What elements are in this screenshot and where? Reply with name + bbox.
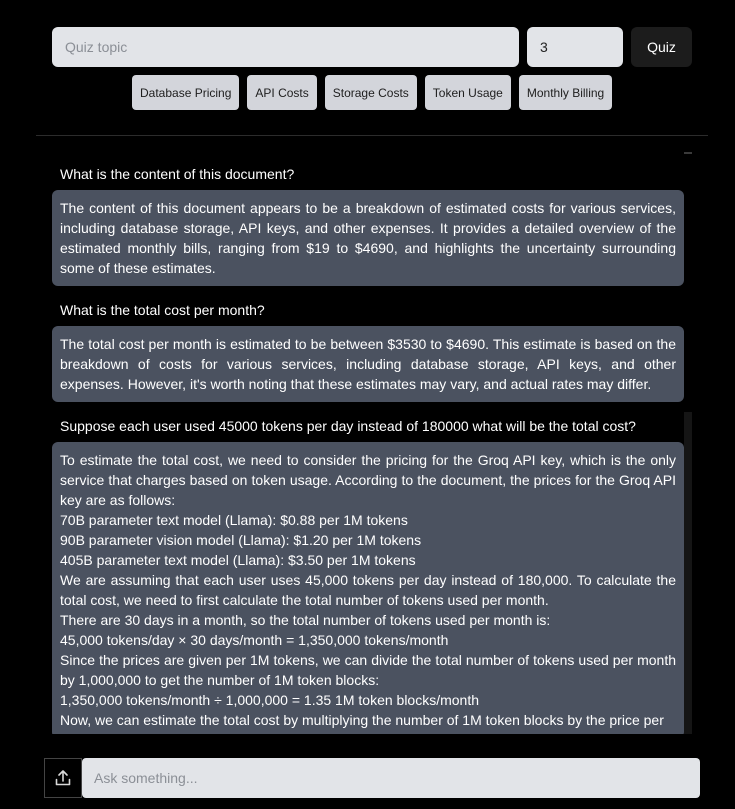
answer-text: The total cost per month is estimated to… bbox=[60, 336, 676, 392]
ask-input[interactable] bbox=[82, 758, 700, 798]
quiz-count-input[interactable] bbox=[527, 27, 623, 67]
suggestion-token-usage[interactable]: Token Usage bbox=[424, 75, 511, 110]
answer-text: Since the prices are given per 1M tokens… bbox=[60, 652, 676, 688]
chat-history[interactable]: What is the content of this document? Th… bbox=[52, 152, 692, 734]
answer-line: 45,000 tokens/day × 30 days/month = 1,35… bbox=[60, 632, 449, 648]
suggestion-chips: Database Pricing API Costs Storage Costs… bbox=[132, 75, 613, 110]
answer-text: Now, we can estimate the total cost by m… bbox=[60, 712, 664, 728]
upload-button[interactable] bbox=[44, 758, 82, 798]
assistant-answer: The content of this document appears to … bbox=[52, 190, 684, 286]
suggestion-api-costs[interactable]: API Costs bbox=[247, 75, 317, 110]
answer-line: 70B parameter text model (Llama): $0.88 … bbox=[60, 512, 408, 528]
scrollbar-track[interactable] bbox=[684, 412, 692, 734]
answer-line: 1,350,000 tokens/month ÷ 1,000,000 = 1.3… bbox=[60, 692, 480, 708]
user-question: What is the total cost per month? bbox=[60, 302, 265, 318]
scrollbar-thumb[interactable] bbox=[684, 152, 692, 154]
upload-icon bbox=[55, 770, 71, 786]
answer-text: We are assuming that each user uses 45,0… bbox=[60, 572, 676, 608]
answer-text: To estimate the total cost, we need to c… bbox=[60, 452, 676, 508]
assistant-answer: To estimate the total cost, we need to c… bbox=[52, 442, 684, 734]
answer-line: 405B parameter text model (Llama): $3.50… bbox=[60, 552, 416, 568]
header-divider bbox=[36, 135, 708, 136]
answer-text: The content of this document appears to … bbox=[60, 200, 676, 276]
answer-line: There are 30 days in a month, so the tot… bbox=[60, 612, 551, 628]
suggestion-storage-costs[interactable]: Storage Costs bbox=[324, 75, 417, 110]
user-question: What is the content of this document? bbox=[60, 166, 295, 182]
quiz-topic-input[interactable] bbox=[52, 27, 519, 67]
user-question: Suppose each user used 45000 tokens per … bbox=[60, 418, 636, 434]
answer-line: 90B parameter vision model (Llama): $1.2… bbox=[60, 532, 422, 548]
quiz-button[interactable]: Quiz bbox=[631, 27, 692, 67]
suggestion-database-pricing[interactable]: Database Pricing bbox=[132, 75, 240, 110]
assistant-answer: The total cost per month is estimated to… bbox=[52, 326, 684, 402]
suggestion-monthly-billing[interactable]: Monthly Billing bbox=[518, 75, 613, 110]
